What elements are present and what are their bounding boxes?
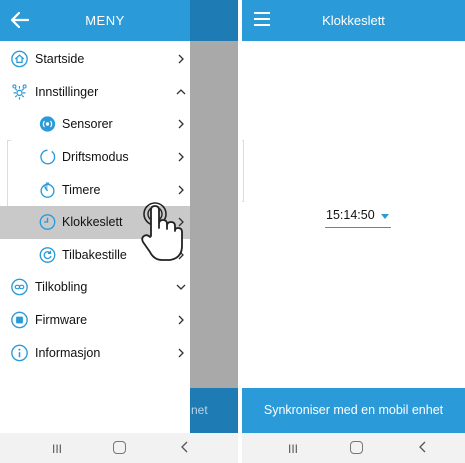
drawer-header: MENY bbox=[0, 0, 190, 41]
right-screen: Klokkeslett 15:14:50 Synkroniser med en … bbox=[242, 0, 465, 463]
android-nav-bar: III bbox=[0, 433, 238, 463]
menu-item-tilkobling[interactable]: Tilkobling bbox=[0, 271, 190, 304]
sensor-icon bbox=[39, 116, 56, 133]
content-bracket bbox=[242, 140, 244, 202]
menu-item-innstillinger[interactable]: Innstillinger bbox=[0, 76, 190, 109]
dimmed-sync-button-text: net bbox=[191, 403, 208, 417]
dropdown-caret-icon bbox=[381, 214, 389, 219]
submenu-item-sensorer[interactable]: Sensorer bbox=[0, 108, 190, 141]
reset-icon bbox=[39, 246, 56, 263]
clock-icon bbox=[39, 214, 56, 231]
home-square-icon[interactable] bbox=[113, 441, 126, 454]
arrow-left-icon[interactable] bbox=[8, 8, 32, 32]
app-header: Klokkeslett bbox=[242, 0, 465, 41]
left-screen: MENY net Startside Innstillinger Sensore… bbox=[0, 0, 238, 463]
menu-item-label: Timere bbox=[62, 182, 101, 197]
menu-item-firmware[interactable]: Firmware bbox=[0, 304, 190, 337]
mode-circle-icon bbox=[40, 149, 56, 165]
chevron-up-icon bbox=[176, 88, 186, 95]
dimmed-sync-button: net bbox=[190, 388, 238, 433]
chevron-right-icon bbox=[178, 152, 184, 162]
chevron-right-icon bbox=[178, 120, 184, 129]
recents-button[interactable]: III bbox=[288, 442, 298, 456]
firmware-icon bbox=[11, 311, 28, 329]
menu-item-startside[interactable]: Startside bbox=[0, 43, 190, 76]
page-title: Klokkeslett bbox=[322, 13, 385, 28]
recents-button[interactable]: III bbox=[52, 442, 62, 456]
settings-gears-icon bbox=[12, 84, 27, 100]
dimmed-app-header bbox=[190, 0, 238, 41]
menu-item-label: Sensorer bbox=[62, 117, 113, 132]
info-icon bbox=[11, 344, 28, 361]
chevron-down-icon bbox=[176, 284, 186, 291]
android-nav-bar: III bbox=[242, 433, 465, 463]
menu-item-label: Klokkeslett bbox=[62, 215, 123, 230]
time-picker-field[interactable]: 15:14:50 bbox=[325, 206, 391, 228]
submenu-item-driftsmodus[interactable]: Driftsmodus bbox=[0, 141, 190, 174]
menu-item-label: Driftsmodus bbox=[62, 150, 129, 165]
home-icon bbox=[11, 50, 28, 68]
time-value: 15:14:50 bbox=[326, 208, 375, 222]
back-chevron-icon[interactable] bbox=[417, 441, 429, 453]
menu-item-label: Tilkobling bbox=[35, 280, 88, 295]
drawer-title: MENY bbox=[85, 13, 125, 28]
dimmed-app-content[interactable] bbox=[190, 41, 238, 388]
menu-item-label: Informasjon bbox=[35, 345, 101, 360]
menu-item-label: Startside bbox=[35, 52, 85, 67]
menu-item-informasjon[interactable]: Informasjon bbox=[0, 336, 190, 369]
menu-item-label: Firmware bbox=[35, 313, 88, 328]
timer-icon bbox=[40, 182, 55, 198]
connection-icon bbox=[11, 279, 28, 296]
chevron-right-icon bbox=[178, 54, 184, 64]
menu-item-label: Innstillinger bbox=[35, 84, 99, 99]
menu-item-label: Tilbakestille bbox=[62, 247, 127, 262]
chevron-right-icon bbox=[178, 185, 184, 195]
chevron-right-icon bbox=[178, 315, 184, 325]
chevron-right-icon bbox=[178, 348, 184, 358]
pointing-hand-icon bbox=[141, 202, 183, 261]
back-chevron-icon[interactable] bbox=[179, 441, 191, 453]
sync-mobile-button[interactable]: Synkroniser med en mobil enhet bbox=[242, 388, 465, 433]
home-square-icon[interactable] bbox=[350, 441, 363, 454]
